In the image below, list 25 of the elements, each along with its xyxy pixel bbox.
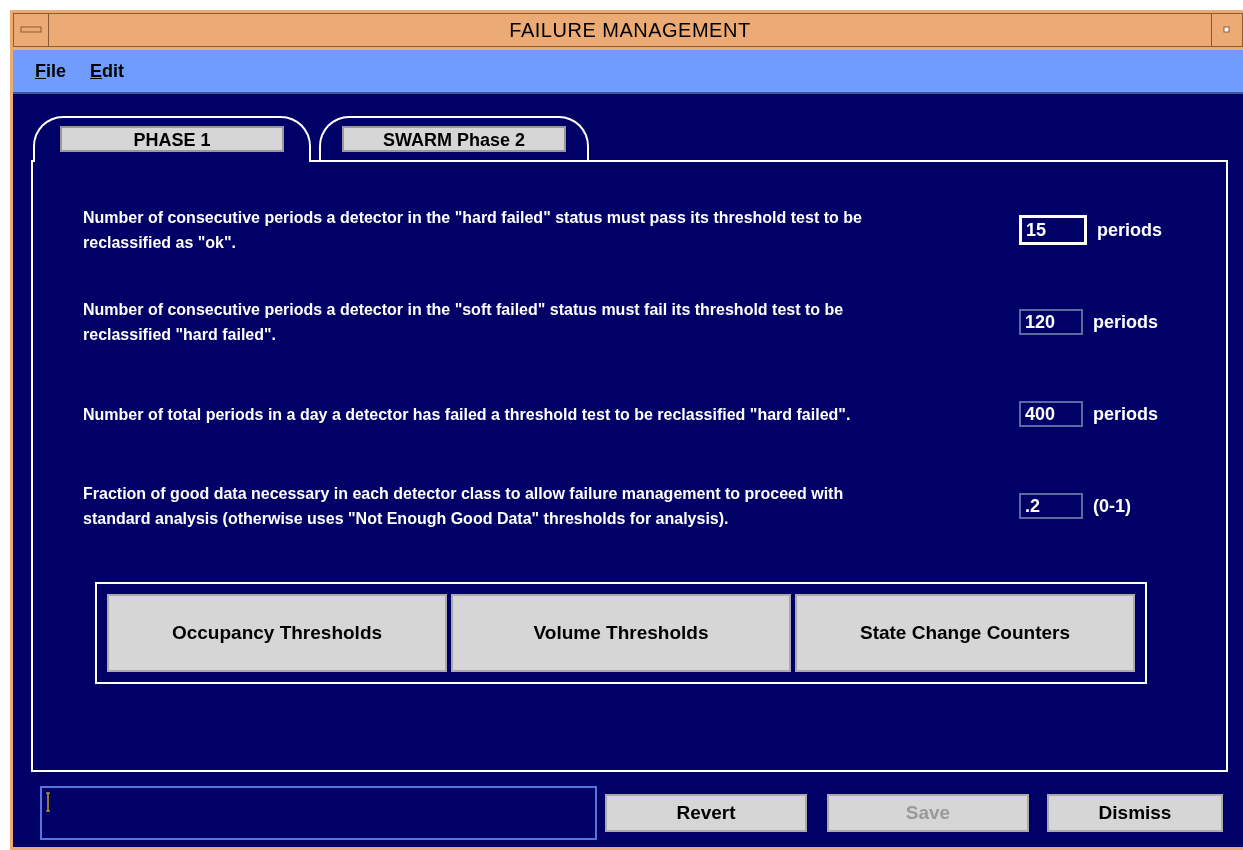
tab[interactable]: SWARM Phase 2 [319,116,589,160]
setting-description: Number of consecutive periods a detector in the "soft failed" status must fail its threshold test to be reclassified "hard failed". [83,300,845,345]
threshold-button[interactable]: State Change Counters [795,594,1135,672]
setting-description: Fraction of good data necessary in each detector class to allow failure management to proceed with standard analysis (otherwise uses "Not Enough Good Data" thresholds for analysis). [83,484,845,529]
unit-label: (0-1) [1093,495,1131,517]
message-field[interactable] [40,786,597,840]
text-cursor-icon [45,792,51,812]
tab[interactable]: PHASE 1 [33,116,311,162]
input-field[interactable]: 15 [1019,215,1087,245]
action-button[interactable]: Revert [605,794,807,832]
action-button[interactable]: Dismiss [1047,794,1223,832]
input-field[interactable]: 120 [1019,309,1083,335]
unit-label: periods [1093,311,1158,333]
menu-item[interactable]: File [35,60,66,82]
threshold-button[interactable]: Occupancy Thresholds [107,594,447,672]
input-field[interactable]: .2 [1019,493,1083,519]
setting-description: Number of consecutive periods a detector in the "hard failed" status must pass its threshold test to be reclassified as "ok". [83,208,863,253]
setting-description: Number of total periods in a day a detector has failed a threshold test to be reclassified "hard failed". [83,404,852,425]
input-field[interactable]: 400 [1019,401,1083,427]
minimize-bar-icon [20,26,42,34]
window-title: FAILURE MANAGEMENT [508,18,752,43]
threshold-button[interactable]: Volume Thresholds [451,594,791,672]
unit-label: periods [1093,403,1158,425]
unit-label: periods [1097,219,1162,241]
menu-item[interactable]: Edit [90,60,125,82]
